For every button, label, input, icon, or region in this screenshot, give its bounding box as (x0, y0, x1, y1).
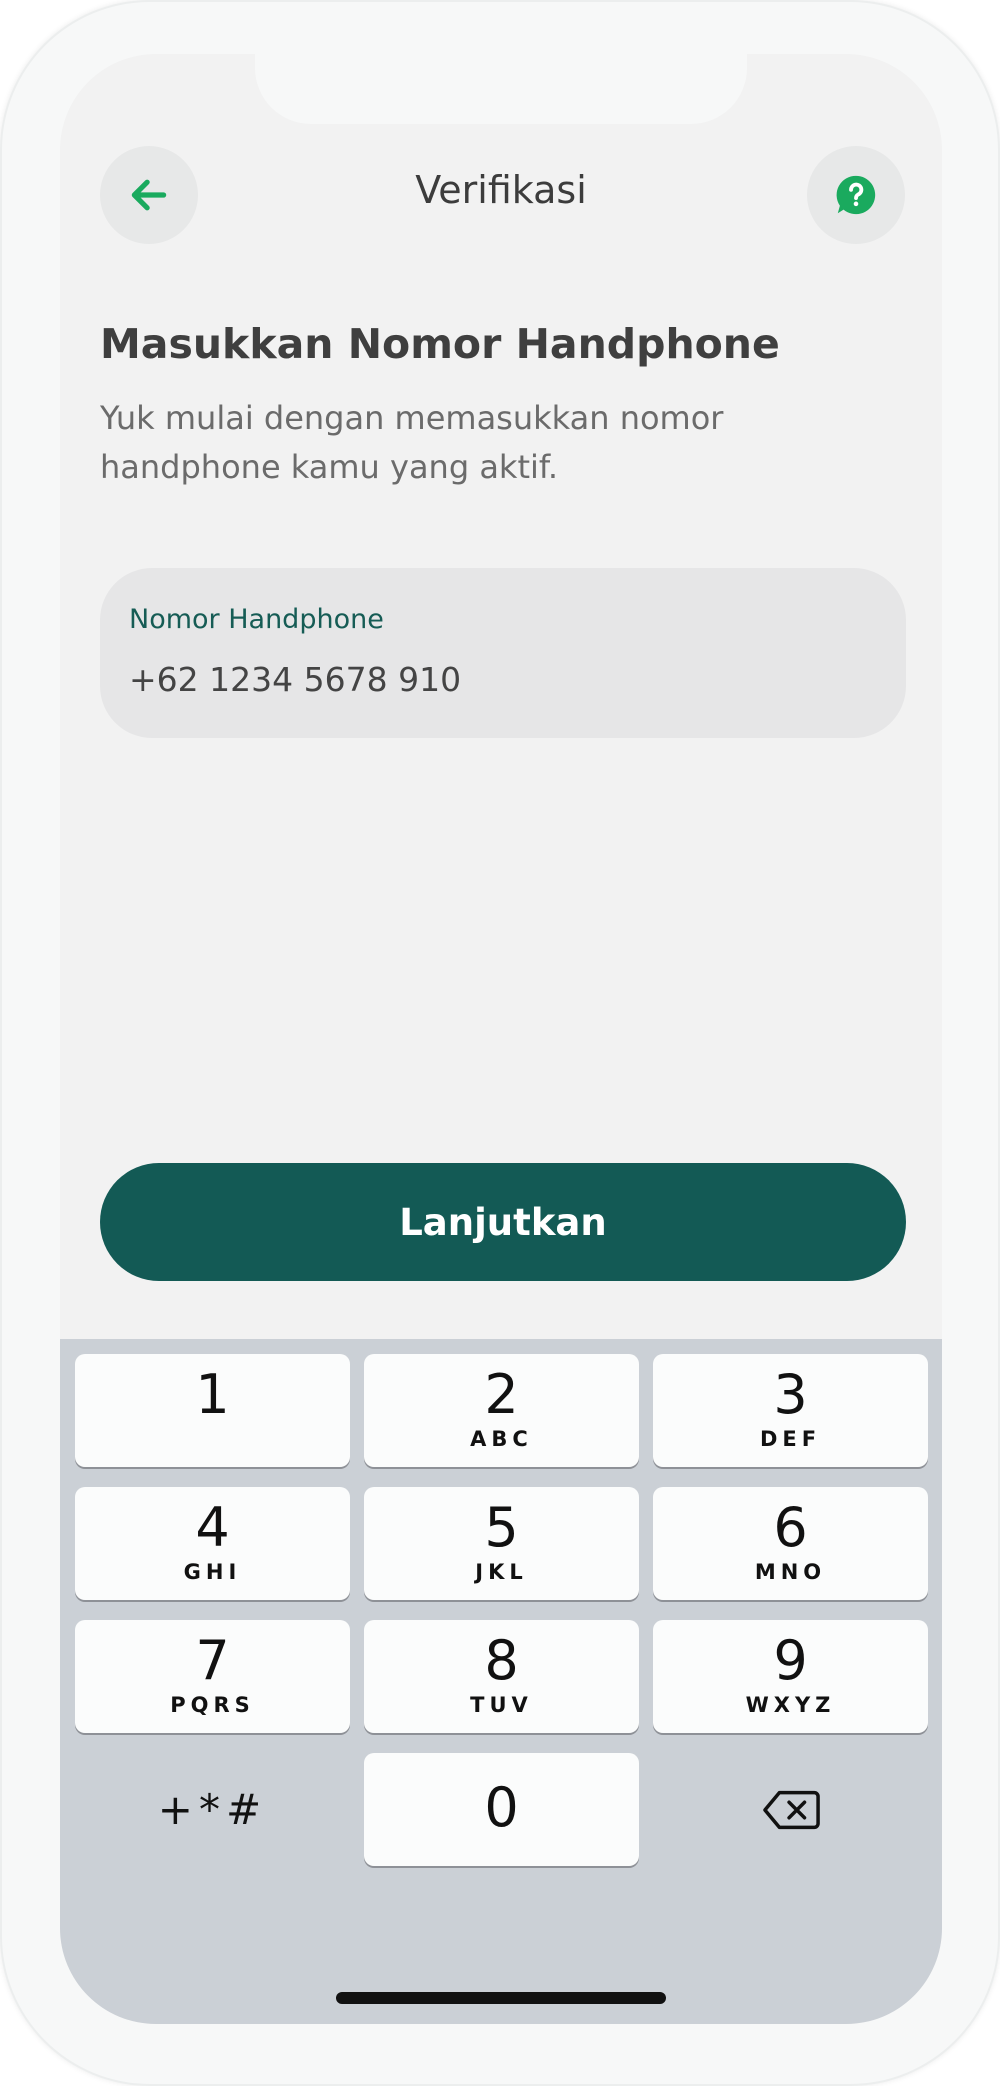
key-number: 3 (773, 1363, 808, 1426)
key-letters: ABC (470, 1427, 533, 1451)
screen: Verifikasi Masukkan Nomor Handphone Yuk … (60, 54, 942, 2024)
key-symbols[interactable]: +*# (75, 1753, 350, 1866)
key-7[interactable]: 7 PQRS (75, 1620, 350, 1733)
phone-number-field[interactable]: Nomor Handphone +62 1234 5678 910 (100, 568, 906, 738)
key-delete[interactable] (653, 1753, 928, 1866)
key-number: 1 (195, 1363, 230, 1426)
key-number: 5 (484, 1496, 519, 1559)
key-number: 8 (484, 1629, 519, 1692)
key-letters: DEF (759, 1427, 822, 1451)
section-heading: Masukkan Nomor Handphone (100, 320, 780, 368)
key-number: 7 (195, 1629, 230, 1692)
help-bubble-icon (836, 175, 876, 215)
key-number: 9 (773, 1629, 808, 1692)
key-letters: GHI (183, 1560, 242, 1584)
key-0[interactable]: 0 (364, 1753, 639, 1866)
home-indicator[interactable] (336, 1992, 666, 2004)
key-5[interactable]: 5 JKL (364, 1487, 639, 1600)
symbols-label: +*# (157, 1785, 268, 1834)
key-letters: JKL (475, 1560, 528, 1584)
key-2[interactable]: 2 ABC (364, 1354, 639, 1467)
key-letters: PQRS (170, 1693, 255, 1717)
notch (255, 54, 747, 124)
phone-number-value[interactable]: +62 1234 5678 910 (129, 660, 461, 699)
key-letters: MNO (754, 1560, 827, 1584)
key-number: 6 (773, 1496, 808, 1559)
backspace-icon (762, 1790, 820, 1829)
section-subtitle: Yuk mulai dengan memasukkan nomor handph… (100, 399, 724, 486)
numeric-keypad: 1 2 ABC 3 DEF 4 GHI 5 JKL 6 MNO 7 PQRS 8… (60, 1339, 942, 2024)
key-letters: WXYZ (745, 1693, 836, 1717)
phone-frame: Verifikasi Masukkan Nomor Handphone Yuk … (0, 0, 1000, 2086)
key-1[interactable]: 1 (75, 1354, 350, 1467)
help-button[interactable] (807, 146, 905, 244)
key-8[interactable]: 8 TUV (364, 1620, 639, 1733)
phone-number-label: Nomor Handphone (129, 604, 384, 635)
key-3[interactable]: 3 DEF (653, 1354, 928, 1467)
key-letters: TUV (470, 1693, 533, 1717)
key-4[interactable]: 4 GHI (75, 1487, 350, 1600)
key-number: 4 (195, 1496, 230, 1559)
key-6[interactable]: 6 MNO (653, 1487, 928, 1600)
key-9[interactable]: 9 WXYZ (653, 1620, 928, 1733)
key-number: 2 (484, 1363, 519, 1426)
continue-button[interactable]: Lanjutkan (100, 1163, 906, 1281)
key-number: 0 (484, 1776, 519, 1839)
